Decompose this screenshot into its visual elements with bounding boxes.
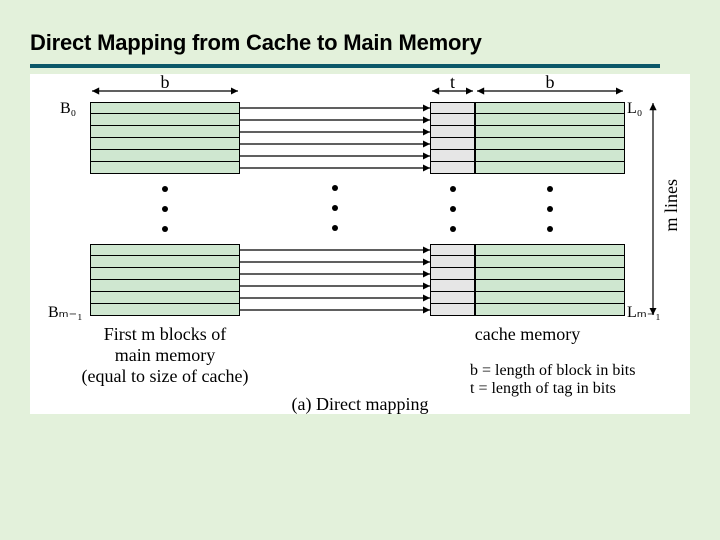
page-title: Direct Mapping from Cache to Main Memory	[30, 30, 660, 68]
block-row	[475, 150, 625, 162]
block-row	[90, 138, 240, 150]
diagram-panel: b t b B₀ Bₘ₋₁ L₀ Lₘ₋₁ m lines First m bl…	[30, 74, 690, 414]
caption-cache-memory: cache memory	[420, 324, 635, 345]
cache-tag-stack	[430, 102, 475, 316]
block-row	[430, 114, 475, 126]
block-row	[90, 114, 240, 126]
label-Bm1: Bₘ₋₁	[48, 302, 88, 322]
cache-data-stack	[475, 102, 625, 316]
block-row	[90, 102, 240, 114]
block-row	[430, 292, 475, 304]
block-row	[90, 268, 240, 280]
block-row	[475, 162, 625, 174]
block-row	[430, 162, 475, 174]
block-row	[90, 126, 240, 138]
block-row	[430, 126, 475, 138]
block-row	[475, 244, 625, 256]
block-row	[475, 304, 625, 316]
block-row	[90, 292, 240, 304]
legend-b: b = length of block in bits	[470, 362, 635, 379]
block-row	[430, 138, 475, 150]
label-b-right: b	[475, 72, 625, 93]
ellipsis-dots	[430, 174, 475, 244]
block-row	[430, 304, 475, 316]
block-row	[90, 150, 240, 162]
label-L0: L₀	[627, 100, 655, 118]
caption-main-line2: main memory	[115, 345, 215, 365]
block-row	[475, 280, 625, 292]
label-B0: B₀	[60, 100, 88, 118]
block-row	[475, 138, 625, 150]
caption-main-memory: First m blocks of main memory (equal to …	[60, 324, 270, 387]
block-row	[430, 256, 475, 268]
block-row	[90, 162, 240, 174]
label-t: t	[430, 72, 475, 93]
label-Lm1: Lₘ₋₁	[627, 302, 667, 322]
block-row	[475, 256, 625, 268]
block-row	[475, 102, 625, 114]
ellipsis-dots	[475, 174, 625, 244]
legend-text: b = length of block in bits t = length o…	[470, 362, 700, 398]
block-row	[430, 102, 475, 114]
block-row	[90, 280, 240, 292]
caption-main-line3: (equal to size of cache)	[82, 366, 249, 386]
block-row	[90, 304, 240, 316]
block-row	[475, 114, 625, 126]
label-m-lines: m lines	[661, 179, 682, 232]
block-row	[475, 126, 625, 138]
ellipsis-dots	[90, 174, 240, 244]
main-memory-stack	[90, 102, 240, 316]
block-row	[430, 268, 475, 280]
block-row	[90, 244, 240, 256]
block-row	[475, 268, 625, 280]
block-row	[90, 256, 240, 268]
legend-t: t = length of tag in bits	[470, 380, 616, 397]
block-row	[430, 150, 475, 162]
label-b-left: b	[90, 72, 240, 93]
caption-main-line1: First m blocks of	[104, 324, 227, 344]
block-row	[475, 292, 625, 304]
block-row	[430, 244, 475, 256]
caption-mapping: (a) Direct mapping	[210, 394, 510, 415]
block-row	[430, 280, 475, 292]
